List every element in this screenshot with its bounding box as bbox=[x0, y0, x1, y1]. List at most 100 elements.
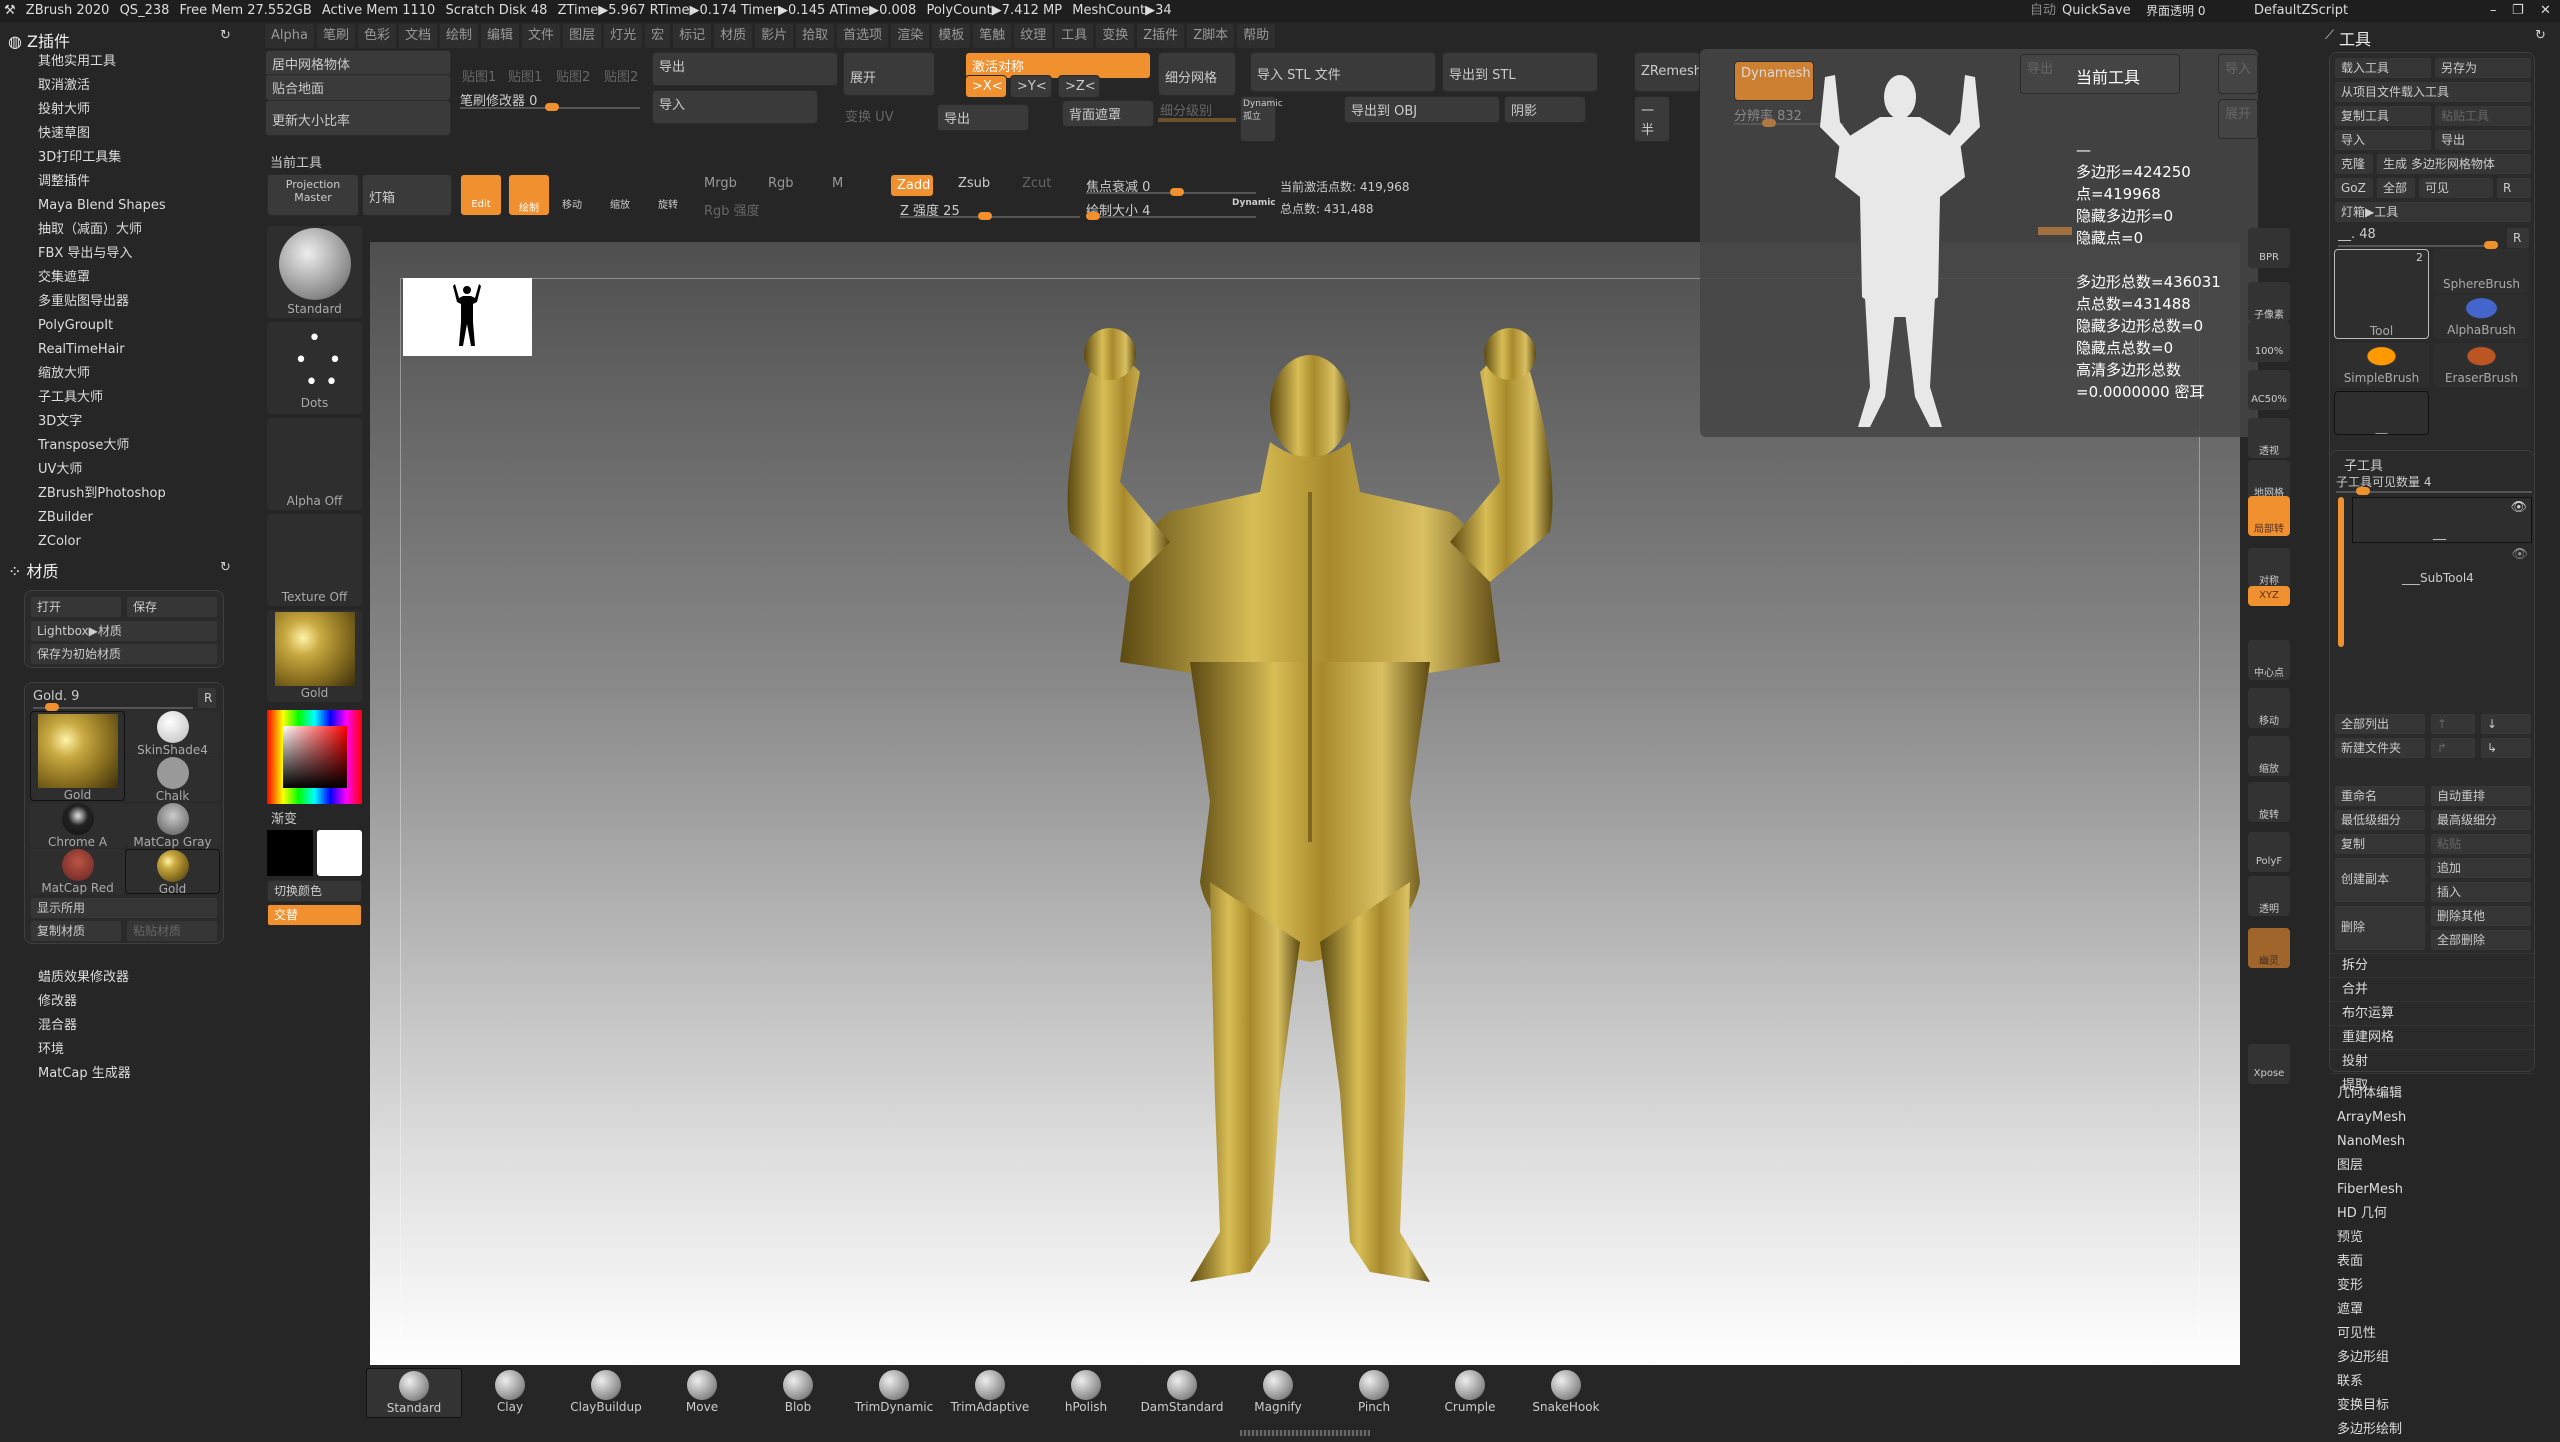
texture-selector[interactable]: Texture Off bbox=[267, 514, 362, 606]
refresh-icon[interactable]: ↻ bbox=[220, 28, 231, 43]
tool-submenu-item[interactable]: 图层 bbox=[2325, 1154, 2555, 1178]
brush-magnify[interactable]: Magnify bbox=[1230, 1368, 1326, 1418]
zremesher-button[interactable]: ZRemesher bbox=[1634, 52, 1700, 92]
new-folder-button[interactable]: 新建文件夹 bbox=[2334, 737, 2426, 759]
tool-submenu-item[interactable]: HD 几何 bbox=[2325, 1202, 2555, 1226]
material-slider[interactable] bbox=[33, 703, 193, 711]
save-material-button[interactable]: 保存 bbox=[126, 596, 218, 618]
shelf-resize-handle[interactable] bbox=[1240, 1430, 1370, 1436]
map1b-button[interactable]: 贴图1 bbox=[508, 66, 542, 85]
view-button-10[interactable]: 移动 bbox=[2248, 688, 2290, 728]
view-button-0[interactable]: BPR bbox=[2248, 228, 2290, 268]
draw-button[interactable]: 绘制 bbox=[508, 174, 550, 216]
stroke-selector[interactable]: • • • • • Dots bbox=[267, 322, 362, 414]
brush-standard[interactable]: Standard bbox=[366, 1368, 462, 1418]
menu-item[interactable]: Z脚本 bbox=[1187, 24, 1235, 48]
goz-r-button[interactable]: R bbox=[2496, 177, 2532, 199]
half-button[interactable]: 一半 bbox=[1634, 96, 1670, 142]
subtool-action-item[interactable]: 布尔运算 bbox=[2330, 1001, 2534, 1025]
list-all-button[interactable]: 全部列出 bbox=[2334, 713, 2426, 735]
view-button-9[interactable]: 中心点 bbox=[2248, 640, 2290, 680]
brush-claybuildup[interactable]: ClayBuildup bbox=[558, 1368, 654, 1418]
brush-snakehook[interactable]: SnakeHook bbox=[1518, 1368, 1614, 1418]
menu-item[interactable]: 渲染 bbox=[891, 24, 930, 48]
subtool-item[interactable]: ___SubTool4 👁 bbox=[2352, 545, 2532, 591]
plugin-item[interactable]: 子工具大师 bbox=[0, 386, 240, 410]
material-header[interactable]: ⁘ 材质 bbox=[8, 558, 59, 582]
plugin-item[interactable]: 调整插件 bbox=[0, 170, 240, 194]
goz-visible-button[interactable]: 可见 bbox=[2418, 177, 2494, 199]
subtool-action-item[interactable]: 合并 bbox=[2330, 977, 2534, 1001]
material-submenu-item[interactable]: MatCap 生成器 bbox=[0, 1062, 240, 1086]
quicksave-button[interactable]: QuickSave bbox=[2062, 0, 2131, 22]
plugin-item[interactable]: Transpose大师 bbox=[0, 434, 240, 458]
rename-button[interactable]: 重命名 bbox=[2334, 785, 2426, 807]
load-from-project-button[interactable]: 从项目文件载入工具 bbox=[2334, 81, 2532, 103]
export-obj-button[interactable]: 导出到 OBJ bbox=[1344, 96, 1500, 123]
m-button[interactable]: M bbox=[832, 176, 843, 191]
plugin-item[interactable]: PolyGroupIt bbox=[0, 314, 240, 338]
brush-trimdynamic[interactable]: TrimDynamic bbox=[846, 1368, 942, 1418]
view-button-4[interactable]: 透视 bbox=[2248, 418, 2290, 458]
menu-item[interactable]: 笔触 bbox=[973, 24, 1012, 48]
tool-submenu-item[interactable]: 几何体编辑 bbox=[2325, 1082, 2555, 1106]
material-skinshade4[interactable]: SkinShade4 bbox=[125, 711, 220, 757]
tool-submenu-item[interactable]: 变形 bbox=[2325, 1274, 2555, 1298]
menu-item[interactable]: 变换 bbox=[1096, 24, 1135, 48]
menu-item[interactable]: 色彩 bbox=[357, 24, 396, 48]
tool-thumb-figure[interactable]: __ bbox=[2334, 391, 2429, 435]
alpha-selector[interactable]: Alpha Off bbox=[267, 418, 362, 510]
paste-tool-button[interactable]: 粘贴工具 bbox=[2434, 105, 2532, 127]
plugin-item[interactable]: 3D文字 bbox=[0, 410, 240, 434]
menu-item[interactable]: 宏 bbox=[645, 24, 671, 48]
sym-x-button[interactable]: >X< bbox=[965, 75, 1007, 98]
material-selector[interactable]: Gold bbox=[267, 610, 362, 702]
menu-item[interactable]: 文件 bbox=[522, 24, 561, 48]
make-polymesh-button[interactable]: 生成 多边形网格物体 bbox=[2376, 153, 2532, 175]
view-button-11[interactable]: 缩放 bbox=[2248, 736, 2290, 776]
ui-opacity-slider[interactable]: 界面透明 0 bbox=[2146, 0, 2205, 22]
menu-item[interactable]: 纹理 bbox=[1014, 24, 1053, 48]
zadd-button[interactable]: Zadd bbox=[890, 174, 934, 197]
view-button-8[interactable]: XYZ bbox=[2248, 586, 2290, 606]
export-tool-button[interactable]: 导出 bbox=[2434, 129, 2532, 151]
tool-submenu-item[interactable]: 多边形绘制 bbox=[2325, 1418, 2555, 1442]
lightbox-material-button[interactable]: Lightbox▶材质 bbox=[30, 620, 218, 642]
material-gold-selected[interactable]: Gold bbox=[30, 711, 125, 802]
export-stl-button[interactable]: 导出到 STL bbox=[1442, 52, 1598, 92]
plugin-item[interactable]: 3D打印工具集 bbox=[0, 146, 240, 170]
tool-submenu-item[interactable]: ArrayMesh bbox=[2325, 1106, 2555, 1130]
restore-icon[interactable]: ❐ bbox=[2512, 0, 2524, 22]
sym-y-button[interactable]: >Y< bbox=[1010, 75, 1052, 98]
eye-icon[interactable]: 👁 bbox=[2511, 547, 2528, 562]
tool-r-button[interactable]: R bbox=[2506, 227, 2530, 249]
view-button-12[interactable]: 旋转 bbox=[2248, 782, 2290, 822]
unwrap-button[interactable]: 展开 bbox=[843, 52, 935, 96]
brush-clay[interactable]: Clay bbox=[462, 1368, 558, 1418]
lightbox-button[interactable]: 灯箱 bbox=[362, 174, 452, 216]
tool-submenu-item[interactable]: 联系 bbox=[2325, 1370, 2555, 1394]
goz-all-button[interactable]: 全部 bbox=[2376, 177, 2416, 199]
tool-thumb-alphabrush[interactable]: AlphaBrush bbox=[2434, 295, 2529, 339]
solo-button[interactable]: Dynamic 孤立 bbox=[1240, 96, 1283, 142]
view-button-6[interactable]: 局部转 bbox=[2248, 496, 2290, 536]
view-button-1[interactable]: 子像素 bbox=[2248, 282, 2290, 322]
focal-shift-slider[interactable] bbox=[1086, 188, 1256, 196]
menu-item[interactable]: 拾取 bbox=[796, 24, 835, 48]
load-tool-button[interactable]: 载入工具 bbox=[2334, 57, 2432, 79]
view-button-3[interactable]: AC50% bbox=[2248, 370, 2290, 410]
auto-reorder-button[interactable]: 自动重排 bbox=[2430, 785, 2532, 807]
copy-material-button[interactable]: 复制材质 bbox=[30, 920, 122, 942]
show-used-button[interactable]: 显示所用 bbox=[30, 897, 218, 919]
subtool-action-item[interactable]: 投射 bbox=[2330, 1049, 2534, 1073]
plugin-item[interactable]: 交集遮罩 bbox=[0, 266, 240, 290]
move-button[interactable]: 移动 bbox=[562, 196, 582, 211]
sym-z-button[interactable]: >Z< bbox=[1058, 75, 1100, 98]
save-startup-material-button[interactable]: 保存为初始材质 bbox=[30, 643, 218, 665]
subtool-item[interactable]: __ 👁 bbox=[2352, 497, 2532, 543]
plugin-item[interactable]: 抽取（减面）大师 bbox=[0, 218, 240, 242]
brush-selector[interactable]: Standard bbox=[267, 226, 362, 318]
map2-button[interactable]: 贴图2 bbox=[556, 66, 590, 85]
plugin-item[interactable]: 快速草图 bbox=[0, 122, 240, 146]
goz-button[interactable]: GoZ bbox=[2334, 177, 2374, 199]
